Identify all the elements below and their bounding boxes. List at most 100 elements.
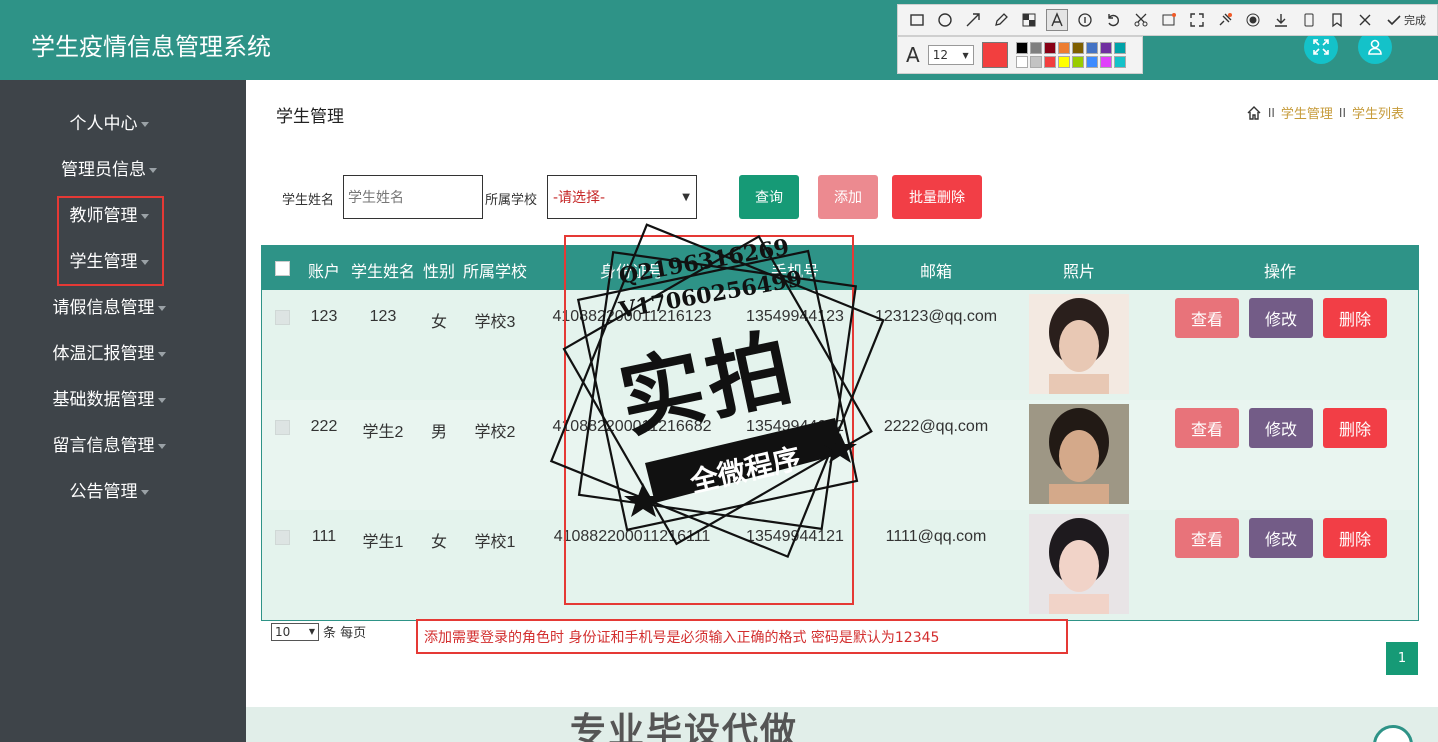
view-button[interactable]: 查看	[1175, 298, 1239, 338]
rect-tool-icon[interactable]	[906, 9, 928, 31]
bottom-banner-text: 专业毕设代做	[570, 711, 799, 742]
ocr-icon[interactable]	[1158, 9, 1180, 31]
chevron-down-icon: ▼	[682, 191, 690, 203]
caret-down-icon	[157, 305, 166, 311]
batch-delete-button[interactable]: 批量删除	[892, 175, 982, 219]
app-title: 学生疫情信息管理系统	[31, 33, 271, 61]
student-photo	[1029, 404, 1129, 504]
sidebar-item-label: 请假信息管理	[52, 298, 155, 318]
cell-name: 学生1	[362, 534, 404, 551]
undo-icon[interactable]	[1102, 9, 1124, 31]
cut-icon[interactable]	[1130, 9, 1152, 31]
text-tool-icon[interactable]	[1046, 9, 1068, 31]
column-header: 性别	[422, 262, 456, 281]
color-swatch[interactable]	[1099, 42, 1112, 54]
edit-button[interactable]: 修改	[1249, 518, 1313, 558]
add-button[interactable]: 添加	[818, 175, 878, 219]
sidebar-item-temperature-report[interactable]: 体温汇报管理	[0, 342, 218, 366]
student-photo	[1029, 294, 1129, 394]
color-palette	[1015, 42, 1126, 68]
color-swatch[interactable]	[1057, 56, 1070, 68]
delete-button[interactable]: 删除	[1323, 298, 1387, 338]
column-header: 邮箱	[919, 262, 953, 281]
arrow-tool-icon[interactable]	[962, 9, 984, 31]
caret-down-icon	[149, 167, 157, 173]
color-swatch[interactable]	[1015, 42, 1028, 54]
cell-name: 123	[369, 308, 397, 325]
row-checkbox[interactable]	[275, 420, 290, 435]
phone-icon[interactable]	[1298, 9, 1320, 31]
page-size-select[interactable]: 10 ▼	[271, 622, 319, 641]
cell-school: 学校2	[474, 424, 516, 441]
color-swatch[interactable]	[1099, 56, 1112, 68]
pin-icon[interactable]	[1214, 9, 1236, 31]
record-icon[interactable]	[1242, 9, 1264, 31]
cell-account: 111	[311, 528, 337, 545]
current-color-swatch[interactable]	[981, 42, 1008, 68]
home-icon[interactable]	[1246, 105, 1262, 121]
delete-button[interactable]: 删除	[1323, 518, 1387, 558]
page-title: 学生管理	[276, 107, 344, 127]
sidebar-item-announcement[interactable]: 公告管理	[0, 480, 218, 504]
color-swatch[interactable]	[1071, 42, 1084, 54]
cell-email: 123123@qq.com	[874, 308, 998, 325]
color-swatch[interactable]	[1071, 56, 1084, 68]
cell-gender: 女	[430, 314, 448, 331]
column-header: 操作	[1263, 262, 1297, 281]
color-swatch[interactable]	[1029, 56, 1042, 68]
check-icon	[1387, 15, 1401, 26]
page-number-button[interactable]: 1	[1386, 642, 1418, 675]
view-button[interactable]: 查看	[1175, 408, 1239, 448]
done-label: 完成	[1404, 14, 1426, 27]
sidebar-item-label: 公告管理	[69, 482, 138, 502]
caret-down-icon	[157, 351, 166, 357]
done-button[interactable]: 完成	[1386, 12, 1426, 28]
sidebar-item-leave-management[interactable]: 请假信息管理	[0, 296, 218, 320]
font-size-select[interactable]: 12 ▼	[927, 45, 974, 65]
caret-down-icon	[157, 443, 166, 449]
view-button[interactable]: 查看	[1175, 518, 1239, 558]
query-button[interactable]: 查询	[739, 175, 799, 219]
scale-icon[interactable]	[1186, 9, 1208, 31]
color-swatch[interactable]	[1057, 42, 1070, 54]
per-page-label: 条 每页	[323, 626, 367, 641]
cell-gender: 女	[430, 534, 448, 551]
color-swatch[interactable]	[1085, 56, 1098, 68]
school-select[interactable]: -请选择- ▼	[547, 175, 697, 219]
row-checkbox[interactable]	[275, 530, 290, 545]
sidebar-item-base-data[interactable]: 基础数据管理	[0, 388, 218, 412]
pen-tool-icon[interactable]	[990, 9, 1012, 31]
page-size-value: 10	[275, 624, 291, 639]
edit-button[interactable]: 修改	[1249, 298, 1313, 338]
color-swatch[interactable]	[1015, 56, 1028, 68]
bookmark-icon[interactable]	[1326, 9, 1348, 31]
student-name-input[interactable]: 学生姓名	[343, 175, 483, 219]
breadcrumb-link-student-management[interactable]: 学生管理	[1281, 103, 1333, 122]
color-swatch[interactable]	[1029, 42, 1042, 54]
delete-button[interactable]: 删除	[1323, 408, 1387, 448]
select-all-checkbox[interactable]	[275, 261, 290, 276]
color-swatch[interactable]	[1043, 56, 1056, 68]
breadcrumb-separator: II	[1267, 105, 1275, 120]
close-icon[interactable]	[1354, 9, 1376, 31]
color-swatch[interactable]	[1043, 42, 1056, 54]
breadcrumb-link-student-list[interactable]: 学生列表	[1352, 103, 1404, 122]
cell-account: 222	[310, 418, 338, 435]
sidebar-item-label: 管理员信息	[61, 160, 146, 180]
color-swatch[interactable]	[1113, 56, 1126, 68]
sidebar-item-admin-info[interactable]: 管理员信息	[0, 158, 218, 182]
color-swatch[interactable]	[1113, 42, 1126, 54]
row-checkbox[interactable]	[275, 310, 290, 325]
sidebar-item-personal-center[interactable]: 个人中心	[0, 112, 218, 136]
mosaic-tool-icon[interactable]	[1018, 9, 1040, 31]
sidebar-item-message-management[interactable]: 留言信息管理	[0, 434, 218, 458]
edit-button[interactable]: 修改	[1249, 408, 1313, 448]
font-icon: A	[906, 43, 920, 67]
download-icon[interactable]	[1270, 9, 1292, 31]
annotation-toolbar: 完成	[897, 4, 1438, 36]
color-swatch[interactable]	[1085, 42, 1098, 54]
column-header: 账户	[307, 262, 341, 281]
ellipse-tool-icon[interactable]	[934, 9, 956, 31]
column-header: 所属学校	[462, 262, 528, 281]
number-tool-icon[interactable]	[1074, 9, 1096, 31]
